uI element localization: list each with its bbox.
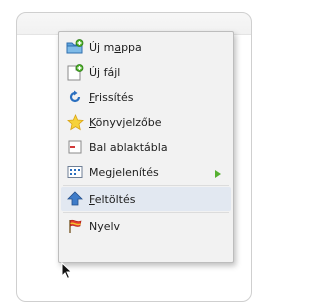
menu-item-label: Megjelenítés [89,165,159,179]
mouse-cursor-icon [61,261,73,284]
menu-item-label: Bal ablaktábla [89,140,168,154]
menu-item-label: Nyelv [89,219,121,233]
menu-item-label: Új fájl [89,65,121,79]
new-file-icon [61,60,89,84]
menu-item-view[interactable]: Megjelenítés [61,160,231,184]
menu-item-language[interactable]: Nyelv [61,214,231,238]
refresh-icon [61,85,89,109]
context-menu: Új mappa Új fájl Frissítés Könyvjelzőbe … [58,31,234,263]
menu-separator [63,185,229,186]
left-pane-icon [61,135,89,159]
view-icon [61,160,89,184]
menu-item-left-pane[interactable]: Bal ablaktábla [61,135,231,159]
new-folder-icon [61,35,89,59]
submenu-arrow-icon [215,168,221,181]
menu-item-refresh[interactable]: Frissítés [61,85,231,109]
menu-item-new-folder[interactable]: Új mappa [61,35,231,59]
bookmark-star-icon [61,110,89,134]
upload-arrow-icon [61,187,89,211]
menu-item-bookmark[interactable]: Könyvjelzőbe [61,110,231,134]
menu-separator [63,212,229,213]
language-icon [61,214,89,238]
menu-item-new-file[interactable]: Új fájl [61,60,231,84]
menu-item-upload[interactable]: Feltöltés [61,187,231,211]
